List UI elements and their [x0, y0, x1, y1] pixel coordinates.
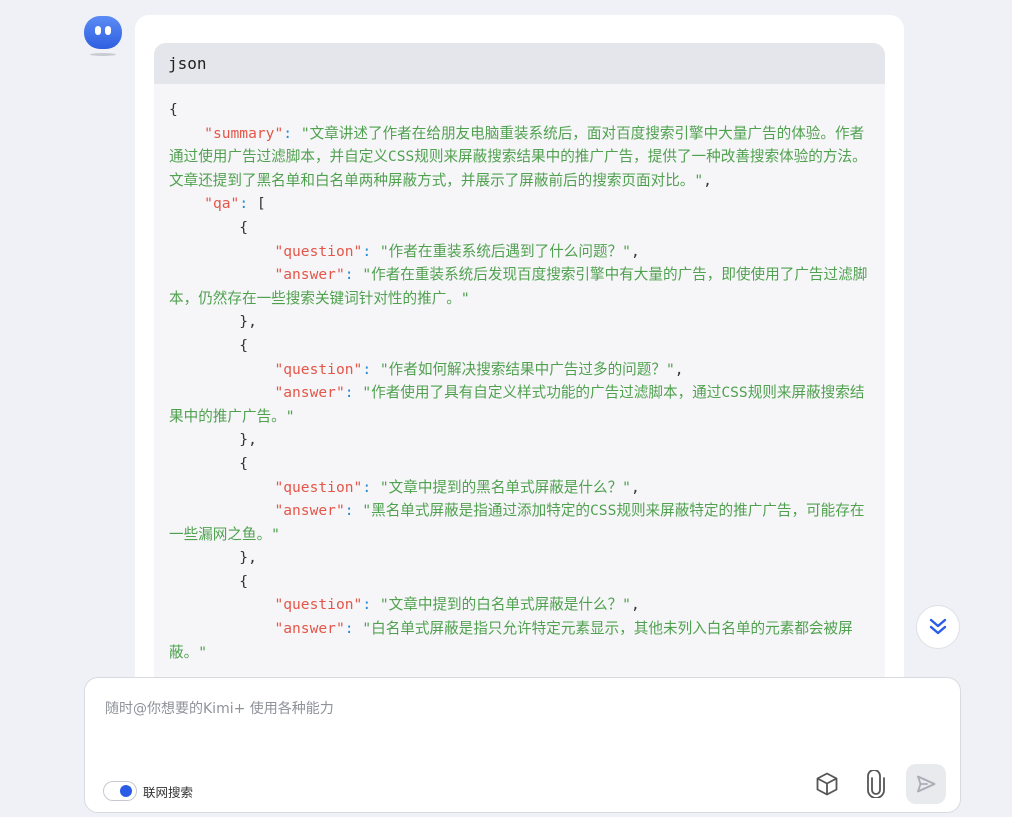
- web-search-label: 联网搜索: [143, 784, 194, 800]
- paperclip-icon: [867, 770, 885, 798]
- send-button[interactable]: [906, 764, 946, 804]
- code-line: "question": "作者如何解决搜索结果中广告过多的问题？",: [169, 360, 684, 378]
- code-line: "answer": "作者使用了具有自定义样式功能的广告过滤脚本，通过CSS规则…: [169, 384, 864, 425]
- code-token: "question": [274, 360, 363, 378]
- code-token: "answer": [274, 620, 345, 638]
- code-token: [: [256, 195, 266, 213]
- code-line: },: [169, 313, 257, 330]
- code-token: ,: [703, 171, 712, 189]
- code-line: {: [169, 573, 248, 590]
- code-language-label: json: [154, 43, 885, 84]
- kimi-avatar-icon: [84, 16, 122, 58]
- message-input[interactable]: [103, 696, 927, 756]
- code-line: {: [169, 101, 178, 118]
- code-line: "question": "文章中提到的白名单式屏蔽是什么？",: [169, 596, 640, 614]
- code-token: :: [344, 266, 363, 284]
- code-token: :: [344, 620, 363, 638]
- code-token: "qa": [204, 195, 240, 213]
- code-content: { "summary": "文章讲述了作者在给朋友电脑重装系统后，面对百度搜索引…: [154, 84, 885, 664]
- code-token: "answer": [274, 266, 345, 284]
- scroll-to-bottom-button[interactable]: [916, 605, 960, 649]
- code-token: "answer": [274, 384, 345, 402]
- code-token: "question": [274, 478, 363, 496]
- code-token: {: [169, 101, 178, 118]
- code-block: json { "summary": "文章讲述了作者在给朋友电脑重装系统后，面对…: [154, 43, 885, 743]
- double-chevron-down-icon: [929, 618, 947, 635]
- code-token: "文章中提到的白名单式屏蔽是什么？": [379, 596, 631, 614]
- code-token: :: [239, 195, 257, 213]
- code-token: {: [169, 572, 249, 590]
- code-token: {: [169, 454, 249, 472]
- code-token: ,: [674, 360, 684, 378]
- code-token: },: [169, 431, 257, 449]
- code-token: "answer": [274, 502, 345, 520]
- code-token: {: [169, 336, 249, 354]
- code-line: {: [169, 337, 248, 354]
- code-token: },: [169, 549, 257, 567]
- code-token: "文章中提到的黑名单式屏蔽是什么？": [379, 478, 631, 496]
- assistant-message-card: json { "summary": "文章讲述了作者在给朋友电脑重装系统后，面对…: [135, 15, 904, 743]
- send-icon: [917, 775, 936, 793]
- code-line: "answer": "白名单式屏蔽是指只允许特定元素显示，其他未列入白名单的元素…: [169, 620, 853, 661]
- code-line: {: [169, 219, 248, 236]
- code-token: },: [169, 313, 257, 331]
- code-token: "summary": [204, 124, 284, 142]
- code-line: "qa": [: [169, 195, 266, 212]
- code-token: :: [344, 384, 363, 402]
- code-token: :: [362, 242, 380, 260]
- code-line: {: [169, 455, 248, 472]
- code-token: "question": [274, 596, 363, 614]
- code-token: "作者在重装系统后遇到了什么问题？": [379, 242, 631, 260]
- code-token: ,: [630, 596, 640, 614]
- web-search-switch[interactable]: [103, 781, 137, 801]
- code-token: :: [362, 596, 380, 614]
- code-token: ,: [630, 242, 640, 260]
- code-token: ,: [630, 478, 640, 496]
- code-line: "answer": "作者在重装系统后发现百度搜索引擎中有大量的广告，即使使用了…: [169, 266, 867, 307]
- code-token: :: [362, 478, 380, 496]
- composer: 联网搜索: [84, 677, 961, 813]
- code-token: "question": [274, 242, 363, 260]
- code-line: },: [169, 431, 257, 448]
- code-line: "summary": "文章讲述了作者在给朋友电脑重装系统后，面对百度搜索引擎中…: [169, 125, 867, 189]
- code-line: },: [169, 549, 257, 566]
- code-line: "question": "作者在重装系统后遇到了什么问题？",: [169, 242, 640, 260]
- web-search-toggle[interactable]: 联网搜索: [103, 781, 193, 801]
- code-token: :: [362, 360, 380, 378]
- code-token: :: [344, 502, 363, 520]
- code-line: "answer": "黑名单式屏蔽是指通过添加特定的CSS规则来屏蔽特定的推广广…: [169, 502, 864, 543]
- cube-button[interactable]: [807, 764, 847, 804]
- cube-icon: [816, 772, 838, 796]
- code-token: :: [283, 124, 301, 142]
- code-line: "question": "文章中提到的黑名单式屏蔽是什么？",: [169, 478, 640, 496]
- code-token: {: [169, 218, 249, 236]
- code-token: "作者如何解决搜索结果中广告过多的问题？": [379, 360, 675, 378]
- attach-button[interactable]: [856, 764, 896, 804]
